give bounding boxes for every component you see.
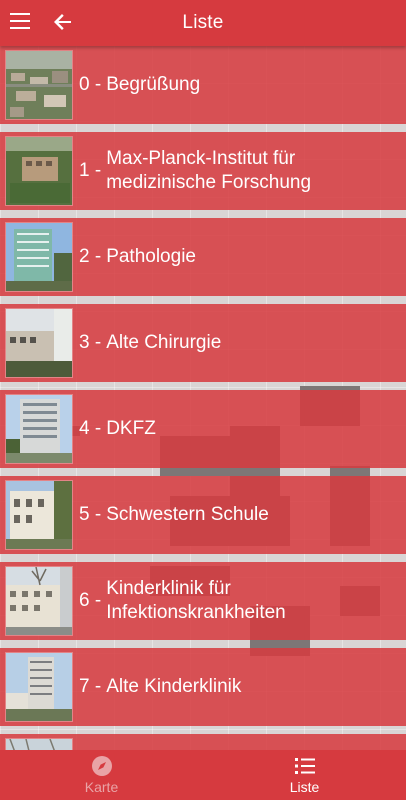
app-bar: Liste — [0, 0, 406, 46]
list-item-title: Alte Kinderklinik — [106, 676, 242, 697]
building-thumbnail — [5, 222, 73, 292]
building-thumbnail — [5, 480, 73, 550]
tab-liste[interactable]: Liste — [203, 750, 406, 800]
list-item-label: 2 - Pathologie — [79, 218, 398, 296]
list-item-number: 6 - — [79, 590, 102, 611]
list-item[interactable]: 3 - Alte Chirurgie — [0, 304, 406, 382]
list-item-title: Begrüßung — [106, 74, 201, 95]
list-item-title: Max-Planck-Institut für medizinische For… — [106, 148, 312, 193]
aerial-view-thumbnail — [5, 50, 73, 120]
list-icon — [294, 755, 316, 777]
building-thumbnail — [5, 394, 73, 464]
list-item-number: 2 - — [79, 246, 102, 267]
building-thumbnail — [5, 136, 73, 206]
list-item-title: Kinderklinik für Infektionskrankheiten — [106, 578, 286, 623]
list-item-number: 3 - — [79, 332, 102, 353]
list-item[interactable]: 4 - DKFZ — [0, 390, 406, 468]
list-item-label: 1 - Max-Planck-Institut für medizinische… — [79, 132, 398, 210]
list-item-label: 3 - Alte Chirurgie — [79, 304, 398, 382]
bottom-navigation: Karte Liste — [0, 750, 406, 800]
page-title: Liste — [182, 12, 224, 33]
list-item-number: 0 - — [79, 74, 102, 95]
list-item[interactable]: 0 - Begrüßung — [0, 46, 406, 124]
tab-liste-label: Liste — [289, 779, 320, 795]
list-item-label: 6 - Kinderklinik für Infektionskrankheit… — [79, 562, 398, 640]
list-item-number: 7 - — [79, 676, 102, 697]
building-thumbnail — [5, 566, 73, 636]
list-item-title: Schwestern Schule — [106, 504, 269, 525]
list-item-title: DKFZ — [106, 418, 156, 439]
list-item[interactable]: 6 - Kinderklinik für Infektionskrankheit… — [0, 562, 406, 640]
building-thumbnail — [5, 308, 73, 378]
list-item-title: Pathologie — [106, 246, 196, 267]
list-item-number: 4 - — [79, 418, 102, 439]
list-item-label: 5 - Schwestern Schule — [79, 476, 398, 554]
list-item-number: 5 - — [79, 504, 102, 525]
building-thumbnail — [5, 738, 73, 750]
tab-karte-label: Karte — [84, 779, 119, 795]
list-item[interactable]: 7 - Alte Kinderklinik — [0, 648, 406, 726]
list-item-label: 7 - Alte Kinderklinik — [79, 648, 398, 726]
tab-karte[interactable]: Karte — [0, 750, 203, 800]
list-item-label: 0 - Begrüßung — [79, 46, 398, 124]
list-item[interactable]: 2 - Pathologie — [0, 218, 406, 296]
list-item-partial[interactable] — [0, 734, 406, 750]
building-thumbnail — [5, 652, 73, 722]
list-item[interactable]: 1 - Max-Planck-Institut für medizinische… — [0, 132, 406, 210]
list-item-title: Alte Chirurgie — [106, 332, 222, 353]
location-list: 0 - Begrüßung 1 - Max-Planck-Institut fü… — [0, 46, 406, 750]
list-item-label: 4 - DKFZ — [79, 390, 398, 468]
compass-icon — [91, 755, 113, 777]
list-item-number: 1 - — [79, 160, 102, 181]
list-item[interactable]: 5 - Schwestern Schule — [0, 476, 406, 554]
